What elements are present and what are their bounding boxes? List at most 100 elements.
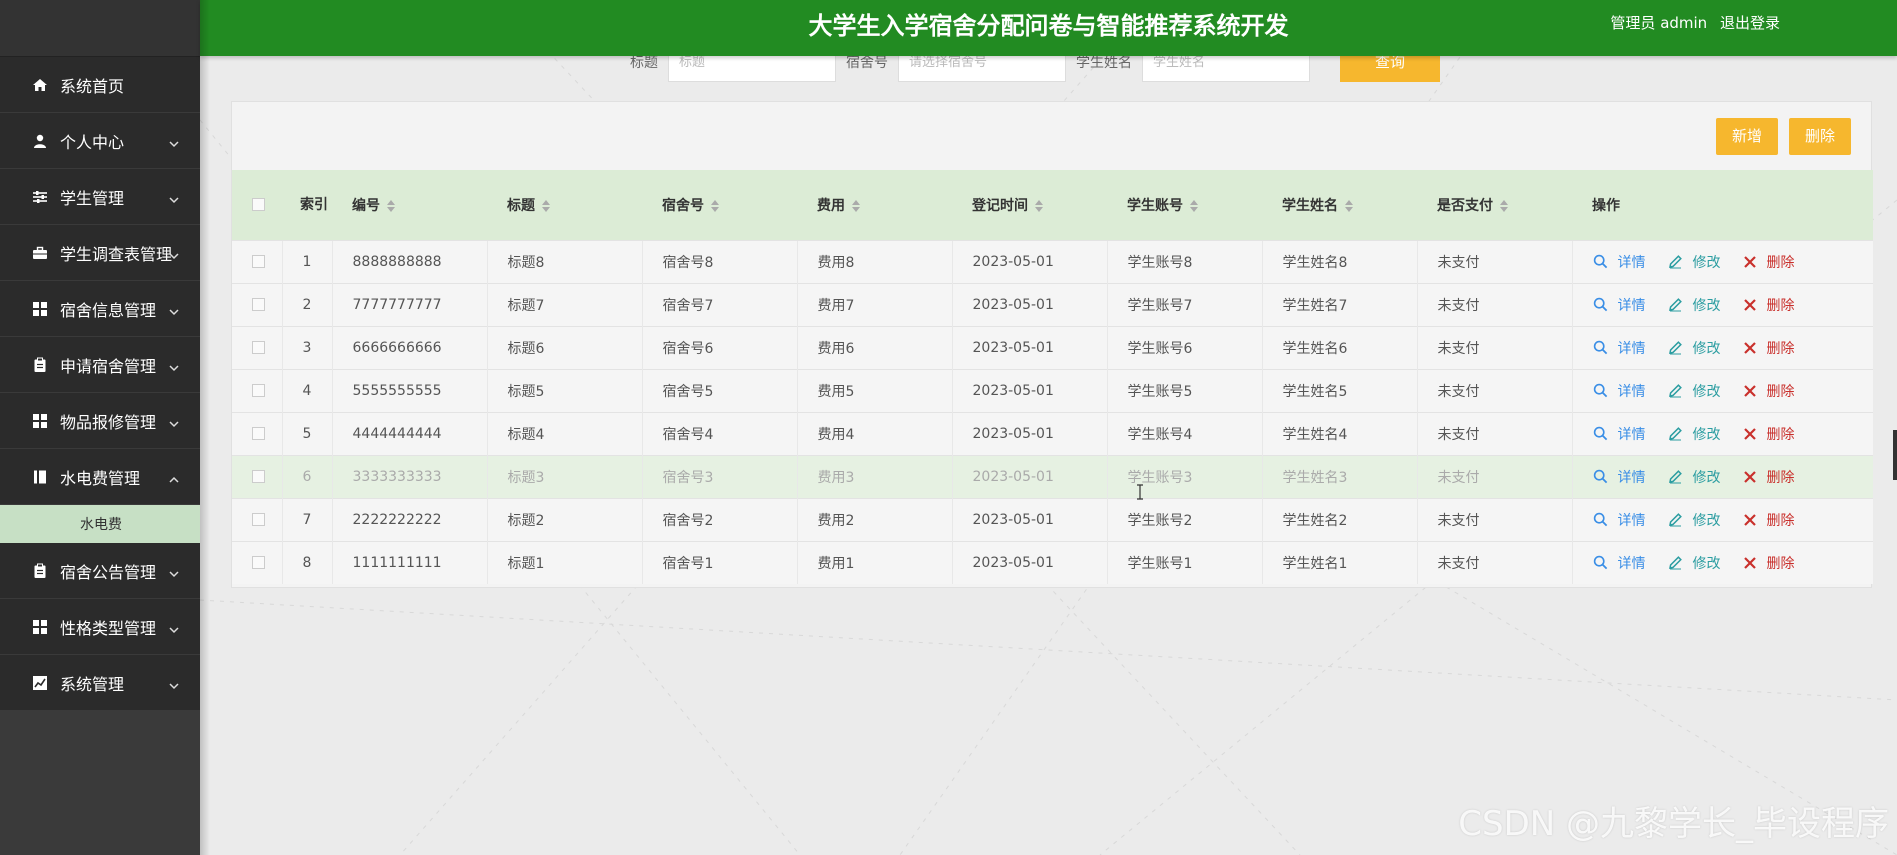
cell-ops: 详情 修改 删除 — [1571, 282, 1873, 326]
detail-button[interactable]: 详情 — [1593, 338, 1646, 358]
table-row[interactable]: 7 2222222222 标题2 宿舍号2 费用2 2023-05-01 学生账号2 学生姓名… — [232, 497, 1873, 541]
sidebar-item-6[interactable]: 物品报修管理 — [0, 393, 200, 449]
cell-code: 3333333333 — [331, 454, 487, 498]
delete-button[interactable]: 删除 — [1743, 553, 1795, 573]
table-row[interactable]: 8 1111111111 标题1 宿舍号1 费用1 2023-05-01 学生账号1 学生姓名… — [232, 540, 1873, 584]
scrollbar-marker[interactable] — [1893, 430, 1897, 480]
add-button[interactable]: 新增 — [1715, 118, 1778, 155]
row-checkbox[interactable] — [252, 341, 265, 354]
edit-button[interactable]: 修改 — [1668, 338, 1721, 358]
select-all-cell — [232, 170, 282, 240]
row-checkbox[interactable] — [252, 470, 265, 483]
cell-time: 2023-05-01 — [951, 239, 1107, 283]
col-code[interactable]: 编号 — [332, 170, 487, 240]
detail-button[interactable]: 详情 — [1593, 381, 1646, 401]
cell-code: 2222222222 — [331, 497, 487, 541]
table-row[interactable]: 3 6666666666 标题6 宿舍号6 费用6 2023-05-01 学生账号6 学生姓名… — [232, 325, 1873, 369]
row-checkbox[interactable] — [252, 427, 265, 440]
sidebar-item-0[interactable]: 系统首页 — [0, 57, 200, 113]
table-row[interactable]: 1 8888888888 标题8 宿舍号8 费用8 2023-05-01 学生账号8 学生姓名… — [232, 239, 1873, 283]
edit-label: 修改 — [1692, 297, 1721, 314]
delete-button[interactable]: 删除 — [1743, 295, 1795, 315]
row-select-cell — [232, 540, 282, 584]
sort-icon[interactable] — [1344, 199, 1354, 212]
delete-button[interactable]: 删除 — [1743, 338, 1795, 358]
delete-button[interactable]: 删除 — [1743, 381, 1795, 401]
row-checkbox[interactable] — [252, 556, 265, 570]
sort-icon[interactable] — [710, 199, 720, 212]
cell-title: 标题1 — [486, 540, 642, 584]
detail-button[interactable]: 详情 — [1593, 510, 1646, 530]
col-title[interactable]: 标题 — [487, 170, 642, 240]
logout-link[interactable]: 退出登录 — [1720, 14, 1780, 32]
col-account[interactable]: 学生账号 — [1107, 170, 1262, 240]
row-select-cell — [232, 497, 282, 541]
edit-button[interactable]: 修改 — [1668, 510, 1721, 530]
sidebar-item-10[interactable]: 系统管理 — [0, 655, 200, 711]
edit-button[interactable]: 修改 — [1668, 553, 1721, 573]
cell-title: 标题8 — [486, 239, 642, 283]
cell-ops: 详情 修改 删除 — [1571, 368, 1873, 412]
col-title-label: 标题 — [507, 197, 535, 214]
sidebar-item-1[interactable]: 个人中心 — [0, 113, 200, 169]
edit-button[interactable]: 修改 — [1668, 424, 1721, 444]
row-index: 2 — [281, 282, 332, 326]
sort-icon[interactable] — [541, 199, 551, 212]
cell-name: 学生姓名4 — [1261, 411, 1417, 455]
table-row[interactable]: 2 7777777777 标题7 宿舍号7 费用7 2023-05-01 学生账号7 学生姓名… — [232, 282, 1873, 326]
grid-icon — [32, 619, 48, 635]
detail-button[interactable]: 详情 — [1593, 467, 1646, 487]
sidebar-item-8[interactable]: 宿舍公告管理 — [0, 543, 200, 599]
cell-name: 学生姓名8 — [1261, 239, 1417, 283]
submenu-item-utility-fee[interactable]: 水电费 — [0, 505, 200, 543]
admin-user-label: 管理员 admin — [1610, 14, 1708, 32]
search-icon — [1593, 426, 1613, 441]
col-dorm[interactable]: 宿舍号 — [642, 170, 797, 240]
cell-fee: 费用5 — [796, 368, 952, 412]
delete-button[interactable]: 删除 — [1743, 424, 1795, 444]
sidebar-item-5[interactable]: 申请宿舍管理 — [0, 337, 200, 393]
text-cursor-icon — [1137, 484, 1143, 500]
sidebar-item-9[interactable]: 性格类型管理 — [0, 599, 200, 655]
close-icon — [1743, 427, 1762, 441]
table-row[interactable]: 6 3333333333 标题3 宿舍号3 费用3 2023-05-01 学生账号3 学生姓名… — [232, 454, 1873, 498]
cell-code: 1111111111 — [331, 540, 487, 584]
delete-label: 删除 — [1766, 555, 1795, 572]
sort-icon[interactable] — [1034, 199, 1044, 212]
row-checkbox[interactable] — [252, 513, 265, 526]
sort-icon[interactable] — [386, 199, 396, 212]
sort-icon[interactable] — [1189, 199, 1199, 212]
col-name[interactable]: 学生姓名 — [1262, 170, 1417, 240]
col-paid[interactable]: 是否支付 — [1417, 170, 1572, 240]
edit-button[interactable]: 修改 — [1668, 252, 1721, 272]
delete-button[interactable]: 删除 — [1743, 252, 1795, 272]
detail-button[interactable]: 详情 — [1593, 252, 1646, 272]
sidebar-item-7[interactable]: 水电费管理 — [0, 449, 200, 505]
table-row[interactable]: 5 4444444444 标题4 宿舍号4 费用4 2023-05-01 学生账号4 学生姓名… — [232, 411, 1873, 455]
sidebar-item-3[interactable]: 学生调查表管理 — [0, 225, 200, 281]
col-name-label: 学生姓名 — [1282, 197, 1338, 214]
edit-icon — [1668, 426, 1688, 441]
edit-button[interactable]: 修改 — [1668, 295, 1721, 315]
delete-button[interactable]: 删除 — [1743, 467, 1795, 487]
sort-icon[interactable] — [851, 199, 861, 212]
select-all-checkbox[interactable] — [252, 198, 265, 212]
sidebar-item-label: 个人中心 — [60, 132, 125, 152]
row-checkbox[interactable] — [252, 255, 265, 268]
detail-button[interactable]: 详情 — [1593, 553, 1646, 573]
sidebar-item-4[interactable]: 宿舍信息管理 — [0, 281, 200, 337]
batch-delete-button[interactable]: 删除 — [1788, 118, 1851, 155]
table-row[interactable]: 4 5555555555 标题5 宿舍号5 费用5 2023-05-01 学生账号5 学生姓名… — [232, 368, 1873, 412]
edit-button[interactable]: 修改 — [1668, 381, 1721, 401]
sort-icon[interactable] — [1499, 199, 1509, 212]
detail-button[interactable]: 详情 — [1593, 424, 1646, 444]
detail-button[interactable]: 详情 — [1593, 295, 1646, 315]
row-checkbox[interactable] — [252, 384, 265, 397]
col-fee[interactable]: 费用 — [797, 170, 952, 240]
sidebar-item-2[interactable]: 学生管理 — [0, 169, 200, 225]
delete-button[interactable]: 删除 — [1743, 510, 1795, 530]
col-time[interactable]: 登记时间 — [952, 170, 1107, 240]
col-fee-label: 费用 — [817, 197, 845, 214]
edit-button[interactable]: 修改 — [1668, 467, 1721, 487]
row-checkbox[interactable] — [252, 298, 265, 311]
